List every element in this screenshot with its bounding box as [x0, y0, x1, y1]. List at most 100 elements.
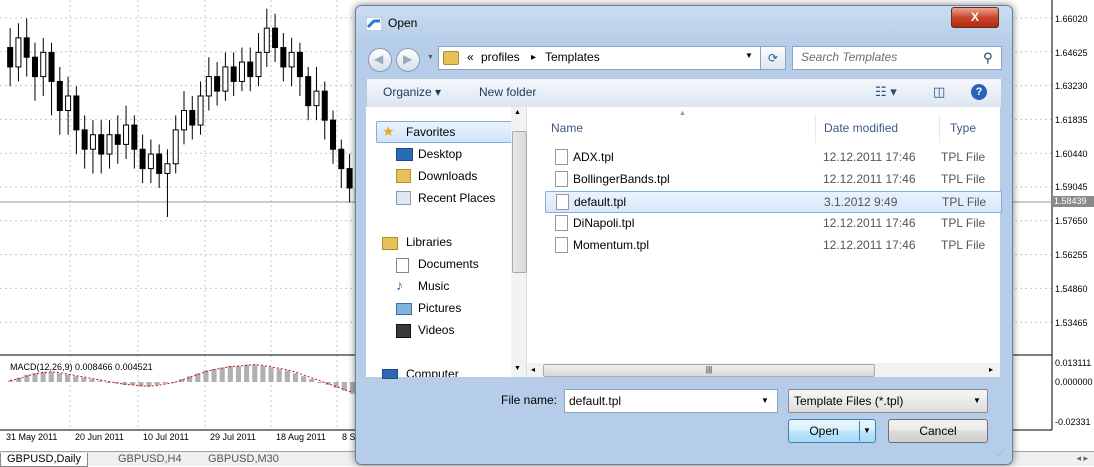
- scroll-right-icon[interactable]: ▸: [989, 365, 993, 374]
- file-name: BollingerBands.tpl: [573, 172, 670, 186]
- column-header-name[interactable]: Name: [551, 121, 583, 135]
- file-name: ADX.tpl: [573, 150, 614, 164]
- nav-item-libraries[interactable]: Libraries: [406, 235, 452, 249]
- recent-locations-dropdown-icon[interactable]: ▼: [427, 54, 434, 61]
- forward-button[interactable]: ▶: [396, 48, 420, 72]
- scroll-left-icon[interactable]: ◂: [531, 365, 535, 374]
- macd-histogram-bar: [73, 376, 79, 382]
- file-type-dropdown-icon[interactable]: ▼: [973, 396, 981, 405]
- date-axis-label: 29 Jul 2011: [210, 432, 256, 442]
- scroll-up-icon[interactable]: ▲: [514, 109, 521, 116]
- search-box[interactable]: Search Templates ⚲: [792, 46, 1002, 70]
- column-header-date[interactable]: Date modified: [824, 121, 898, 135]
- candle-body: [214, 76, 221, 92]
- candle-body: [56, 80, 63, 111]
- resize-grip-icon[interactable]: ⋰: [997, 448, 1005, 457]
- macd-histogram-bar: [40, 371, 46, 382]
- open-file-dialog: Open X ◀ ▶ ▼ « profiles ▸ Templates ▼ ⟳ …: [355, 5, 1013, 465]
- file-name: Momentum.tpl: [573, 238, 650, 252]
- search-input[interactable]: Search Templates: [801, 50, 897, 64]
- file-name-input[interactable]: default.tpl: [569, 394, 621, 408]
- breadcrumb-templates[interactable]: Templates: [545, 50, 600, 64]
- macd-histogram-bar: [244, 364, 250, 382]
- file-icon: [556, 194, 569, 210]
- file-name-label: File name:: [501, 393, 558, 407]
- candle-body: [255, 51, 262, 78]
- candle-body: [272, 27, 279, 49]
- nav-item-downloads[interactable]: Downloads: [418, 169, 477, 183]
- file-name: DiNapoli.tpl: [573, 216, 635, 230]
- macd-level-label: -0.02331: [1055, 417, 1091, 427]
- nav-pane-scrollbar[interactable]: ▲ ▼: [511, 107, 527, 377]
- column-header-type[interactable]: Type: [950, 121, 976, 135]
- cancel-button[interactable]: Cancel: [888, 419, 988, 443]
- recent-places-icon: [396, 191, 411, 205]
- chart-tab-gbpusd-m30[interactable]: GBPUSD,M30: [202, 453, 285, 466]
- nav-scroll-thumb[interactable]: [512, 131, 527, 273]
- nav-item-videos[interactable]: Videos: [418, 323, 454, 337]
- nav-item-recent-places[interactable]: Recent Places: [418, 191, 495, 205]
- search-icon[interactable]: ⚲: [983, 50, 993, 66]
- breadcrumb-separator-icon[interactable]: ▸: [531, 52, 536, 63]
- macd-histogram-bar: [64, 374, 71, 382]
- organize-menu[interactable]: Organize ▾: [383, 85, 441, 99]
- candle-body: [280, 47, 287, 68]
- candle-body: [263, 27, 270, 53]
- documents-icon: [396, 258, 409, 273]
- nav-item-favorites[interactable]: Favorites: [406, 125, 455, 139]
- column-separator[interactable]: [939, 115, 940, 143]
- sort-ascending-icon: ▲: [679, 110, 686, 117]
- help-icon[interactable]: ?: [971, 84, 987, 100]
- candle-body: [65, 95, 72, 111]
- open-options-dropdown-icon[interactable]: ▼: [859, 421, 874, 441]
- file-list-horizontal-scrollbar[interactable]: ◂ ||| ▸: [527, 363, 1000, 377]
- tab-scroll-arrows-icon[interactable]: ◂ ▸: [1076, 453, 1088, 464]
- nav-item-music[interactable]: Music: [418, 279, 449, 293]
- price-level-label: 1.63230: [1055, 81, 1088, 91]
- macd-histogram-bar: [154, 382, 160, 385]
- nav-item-pictures[interactable]: Pictures: [418, 301, 461, 315]
- file-date: 3.1.2012 9:49: [824, 195, 898, 209]
- new-folder-button[interactable]: New folder: [479, 85, 536, 99]
- candle-body: [346, 168, 353, 189]
- macd-indicator-label: MACD(12,26,9) 0.008466 0.004521: [10, 362, 153, 372]
- file-row[interactable]: BollingerBands.tpl 12.12.2011 17:46 TPL …: [545, 169, 1000, 189]
- price-level-label: 1.54860: [1055, 284, 1088, 294]
- macd-histogram-bar: [56, 373, 62, 382]
- file-row[interactable]: ADX.tpl 12.12.2011 17:46 TPL File: [545, 147, 1000, 167]
- refresh-button[interactable]: ⟳: [760, 46, 786, 70]
- horizontal-scroll-thumb[interactable]: |||: [543, 364, 875, 377]
- scroll-down-icon[interactable]: ▼: [514, 365, 521, 372]
- file-name-combobox[interactable]: default.tpl ▼: [564, 389, 778, 413]
- preview-pane-icon[interactable]: ◫: [933, 84, 945, 100]
- nav-item-documents[interactable]: Documents: [418, 257, 479, 271]
- back-button[interactable]: ◀: [368, 48, 392, 72]
- address-bar[interactable]: « profiles ▸ Templates ▼: [438, 46, 786, 70]
- breadcrumb-profiles[interactable]: profiles: [481, 50, 520, 64]
- candle-body: [197, 95, 204, 126]
- address-dropdown-icon[interactable]: ▼: [745, 51, 753, 60]
- close-button[interactable]: X: [951, 7, 999, 28]
- chart-tab-gbpusd-h4[interactable]: GBPUSD,H4: [112, 453, 188, 466]
- candle-body: [338, 148, 345, 170]
- price-level-label: 1.60440: [1055, 149, 1088, 159]
- file-row[interactable]: Momentum.tpl 12.12.2011 17:46 TPL File: [545, 235, 1000, 255]
- macd-histogram-bar: [105, 382, 111, 383]
- nav-item-desktop[interactable]: Desktop: [418, 147, 462, 161]
- price-level-label: 1.66020: [1055, 14, 1088, 24]
- open-button[interactable]: Open ▼: [788, 419, 876, 443]
- view-options-icon[interactable]: ☷ ▾: [875, 84, 897, 100]
- macd-histogram-bar: [292, 373, 299, 382]
- file-name-dropdown-icon[interactable]: ▼: [761, 396, 769, 405]
- column-separator[interactable]: [815, 115, 816, 143]
- candle-body: [114, 134, 121, 145]
- breadcrumb-overflow[interactable]: «: [467, 50, 474, 64]
- macd-histogram-bar: [268, 367, 274, 382]
- file-type-select[interactable]: Template Files (*.tpl) ▼: [788, 389, 988, 413]
- price-level-label: 1.59045: [1055, 182, 1088, 192]
- videos-icon: [396, 324, 411, 338]
- file-row-selected[interactable]: default.tpl 3.1.2012 9:49 TPL File: [545, 191, 1002, 213]
- candle-body: [230, 66, 237, 82]
- nav-item-computer[interactable]: Computer: [406, 367, 459, 377]
- file-row[interactable]: DiNapoli.tpl 12.12.2011 17:46 TPL File: [545, 213, 1000, 233]
